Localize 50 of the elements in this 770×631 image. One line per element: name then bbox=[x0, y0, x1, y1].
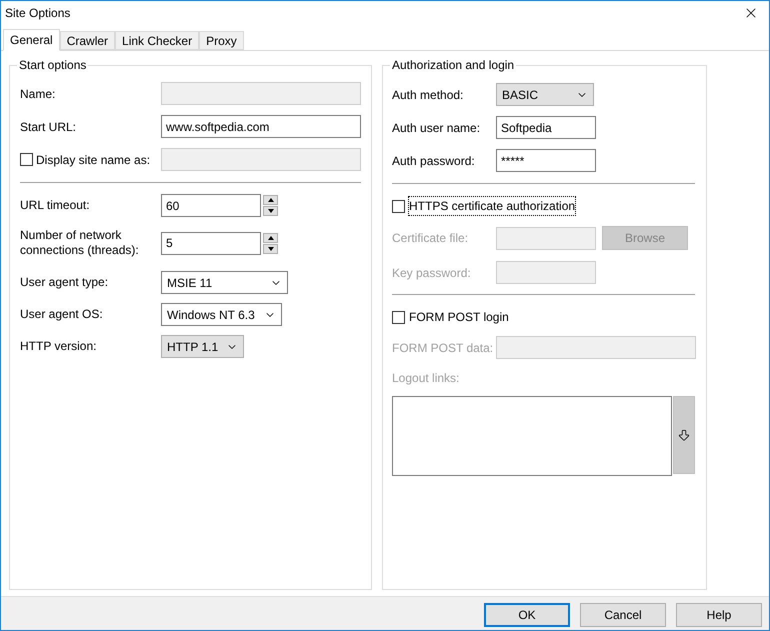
field-label: Auth password: bbox=[392, 152, 476, 170]
field-label: User agent type: bbox=[20, 275, 110, 290]
dropdown[interactable]: MSIE 11 bbox=[161, 271, 288, 294]
field-label: URL timeout: bbox=[20, 198, 91, 213]
field-label: Auth user name: bbox=[392, 120, 482, 136]
dropdown[interactable]: HTTP 1.1 bbox=[161, 335, 244, 358]
text-field[interactable]: www.softpedia.com bbox=[161, 115, 361, 138]
dialog-button[interactable]: Cancel bbox=[580, 602, 666, 626]
dropdown[interactable]: BASIC bbox=[496, 83, 594, 106]
checkbox-label[interactable]: FORM POST login bbox=[408, 307, 510, 327]
spin-up-button[interactable] bbox=[263, 195, 278, 205]
field-label: Certificate file: bbox=[392, 230, 470, 247]
text-field[interactable]: 5 bbox=[161, 232, 261, 254]
tab[interactable]: Proxy bbox=[199, 31, 244, 50]
field-label: Number of network connections (threads): bbox=[20, 228, 140, 258]
text-field[interactable]: Softpedia bbox=[496, 116, 596, 139]
logout-links-field[interactable] bbox=[392, 396, 672, 476]
window-title: Site Options bbox=[5, 5, 70, 22]
text-field[interactable]: 60 bbox=[161, 194, 261, 217]
triangle-down-icon bbox=[268, 209, 274, 213]
dropdown[interactable]: Windows NT 6.3 bbox=[161, 303, 282, 326]
field-label: User agent OS: bbox=[20, 307, 104, 322]
field-label: Start URL: bbox=[20, 118, 78, 136]
field-label: Auth method: bbox=[392, 86, 464, 104]
text-field[interactable] bbox=[496, 336, 696, 359]
text-field[interactable] bbox=[496, 261, 596, 284]
field-label: FORM POST data: bbox=[392, 340, 494, 356]
field-label: Name: bbox=[20, 86, 56, 102]
arrow-down-icon bbox=[677, 428, 691, 442]
dialog-button[interactable]: OK bbox=[484, 602, 570, 626]
spin-down-button[interactable] bbox=[263, 206, 278, 216]
checkbox-label[interactable]: HTTPS certificate authorization bbox=[408, 196, 576, 216]
triangle-down-icon bbox=[268, 246, 274, 250]
tab[interactable]: General bbox=[3, 29, 60, 51]
group-title: Authorization and login bbox=[390, 57, 516, 73]
dialog-button[interactable]: Help bbox=[676, 602, 762, 626]
spin-up-button[interactable] bbox=[263, 232, 278, 242]
field-label: Logout links: bbox=[392, 370, 460, 387]
text-field[interactable] bbox=[496, 226, 596, 250]
field-label: HTTP version: bbox=[20, 339, 98, 354]
triangle-up-icon bbox=[268, 198, 274, 202]
group-title: Start options bbox=[17, 57, 88, 73]
triangle-up-icon bbox=[268, 236, 274, 240]
tab[interactable]: Crawler bbox=[60, 31, 116, 50]
text-field[interactable]: ***** bbox=[496, 149, 596, 172]
spin-down-button[interactable] bbox=[263, 244, 278, 254]
checkbox[interactable] bbox=[392, 200, 405, 212]
field-label: Key password: bbox=[392, 264, 472, 282]
tab[interactable]: Link Checker bbox=[115, 31, 200, 50]
checkbox[interactable] bbox=[392, 310, 405, 324]
